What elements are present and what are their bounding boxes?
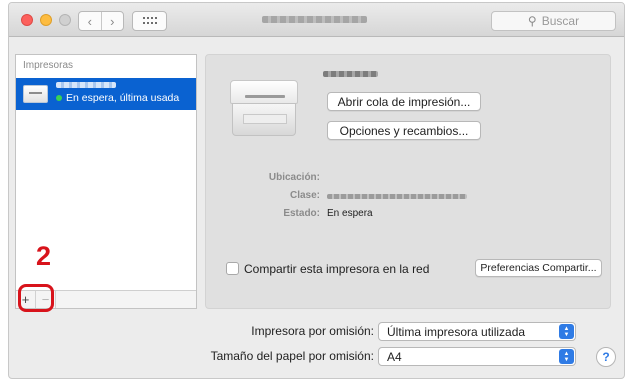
default-paper-label: Tamaño del papel por omisión:: [210, 349, 374, 363]
updown-chevron-icon: ▲ ▼: [559, 324, 574, 339]
help-button[interactable]: ?: [596, 347, 616, 367]
navigation-buttons: ‹ ›: [78, 11, 124, 31]
kind-label: Clase:: [289, 190, 320, 201]
chevron-left-icon: ‹: [87, 13, 92, 29]
default-printer-label: Impresora por omisión:: [251, 324, 374, 338]
status-dot-icon: [56, 95, 62, 101]
step-number-annotation: 2: [36, 241, 52, 271]
location-label: Ubicación:: [268, 172, 320, 183]
window-title-redacted: [262, 16, 367, 23]
forward-button[interactable]: ›: [100, 12, 124, 30]
printer-list-item[interactable]: En espera, última usada: [16, 78, 196, 110]
options-supplies-button[interactable]: Opciones y recambios...: [327, 121, 481, 140]
chevron-right-icon: ›: [110, 13, 115, 29]
default-paper-value: A4: [387, 349, 402, 364]
default-printer-select[interactable]: Última impresora utilizada ▲ ▼: [378, 322, 576, 341]
printer-status: En espera, última usada: [66, 92, 180, 104]
printer-list-header: Impresoras: [23, 60, 74, 71]
printer-details-panel: Abrir cola de impresión... Opciones y re…: [205, 54, 611, 309]
close-window-button[interactable]: [21, 14, 33, 26]
default-printer-value: Última impresora utilizada: [387, 324, 526, 339]
back-button[interactable]: ‹: [79, 12, 101, 30]
search-placeholder: Buscar: [541, 14, 580, 28]
kind-value-redacted: [327, 194, 467, 199]
title-bar: ‹ › ⚲ Buscar: [9, 3, 624, 37]
updown-chevron-icon: ▲ ▼: [559, 349, 574, 364]
grid-icon: [143, 17, 157, 25]
search-field[interactable]: ⚲ Buscar: [491, 11, 616, 31]
show-all-button[interactable]: [132, 11, 167, 31]
default-paper-select[interactable]: A4 ▲ ▼: [378, 347, 576, 366]
minimize-window-button[interactable]: [40, 14, 52, 26]
status-value: En espera: [327, 208, 373, 219]
zoom-window-button[interactable]: [59, 14, 71, 26]
printer-name-redacted: [56, 82, 116, 88]
share-printer-checkbox[interactable]: [226, 262, 239, 275]
status-label: Estado:: [283, 208, 320, 219]
share-printer-label: Compartir esta impresora en la red: [244, 262, 430, 276]
highlight-ring-annotation: [18, 284, 54, 312]
printer-icon: [23, 85, 48, 103]
printer-name-redacted: [323, 71, 378, 77]
sharing-preferences-button[interactable]: Preferencias Compartir...: [475, 259, 602, 277]
open-print-queue-button[interactable]: Abrir cola de impresión...: [327, 92, 481, 111]
magnifier-icon: ⚲: [527, 14, 537, 28]
printer-large-icon: [230, 80, 298, 138]
